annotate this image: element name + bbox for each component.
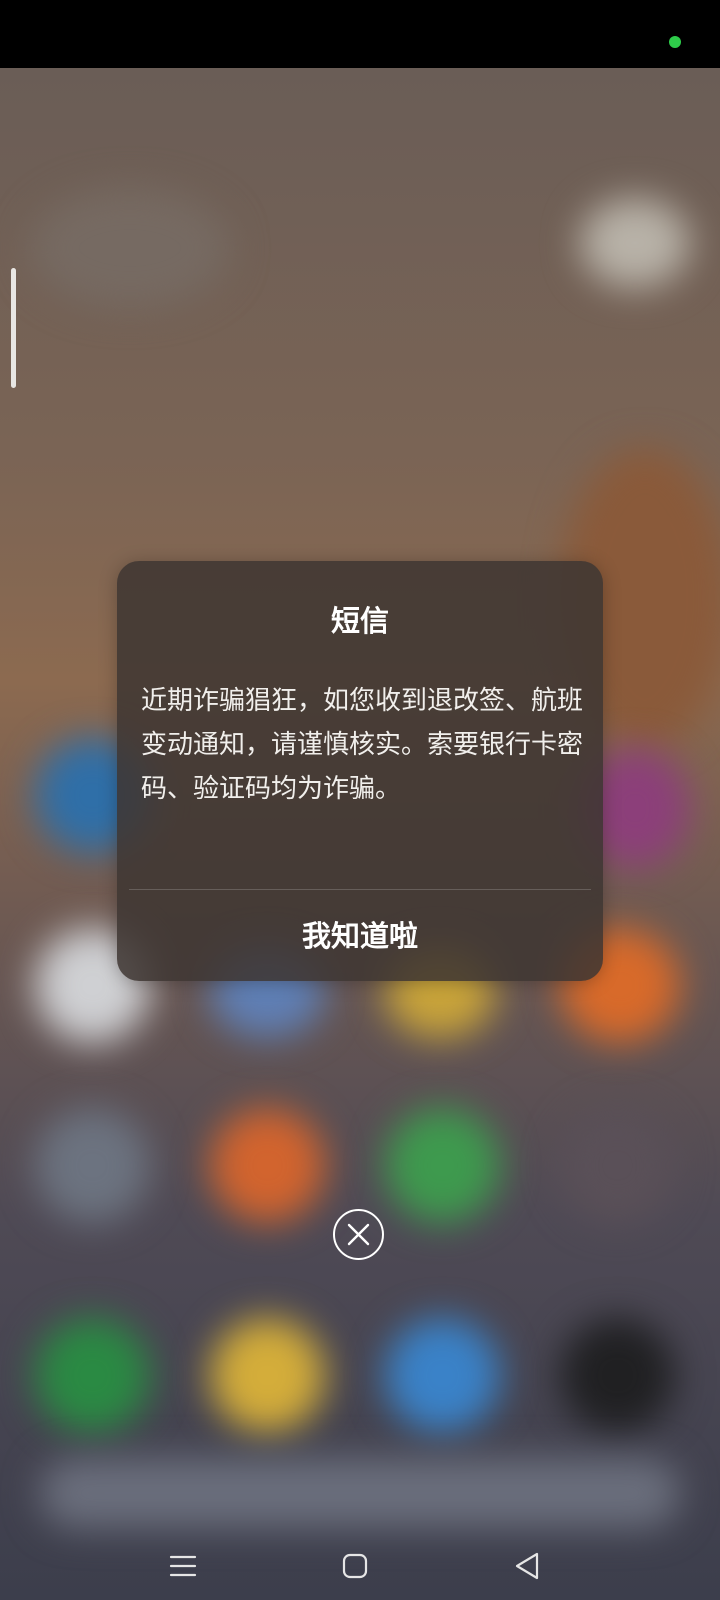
acknowledge-button[interactable]: 我知道啦 <box>117 891 603 981</box>
blur-shape <box>210 1318 325 1433</box>
blur-shape <box>385 1108 500 1223</box>
blur-shape <box>385 1318 500 1433</box>
scroll-indicator <box>11 268 16 388</box>
close-icon <box>347 1223 370 1246</box>
phone-screen: 短信 近期诈骗猖狂，如您收到退改签、航班变动通知，请谨慎核实。索要银行卡密码、验… <box>0 0 720 1600</box>
dialog-divider <box>129 889 591 890</box>
close-dialog-button[interactable] <box>333 1209 384 1260</box>
blur-shape <box>560 1108 675 1223</box>
menu-icon <box>169 1555 197 1577</box>
home-icon <box>342 1553 368 1579</box>
blur-shape <box>560 1318 675 1433</box>
back-icon <box>515 1552 539 1580</box>
blur-shape <box>30 188 230 308</box>
navigation-bar <box>0 1530 720 1600</box>
blur-shape <box>35 1318 150 1433</box>
nav-menu-button[interactable] <box>161 1544 205 1588</box>
blur-shape <box>40 1458 680 1528</box>
sms-alert-dialog: 短信 近期诈骗猖狂，如您收到退改签、航班变动通知，请谨慎核实。索要银行卡密码、验… <box>117 561 603 981</box>
nav-back-button[interactable] <box>505 1544 549 1588</box>
dialog-title: 短信 <box>330 604 389 638</box>
blur-shape <box>580 198 690 288</box>
blur-shape <box>35 1108 150 1223</box>
status-bar <box>0 0 720 68</box>
nav-home-button[interactable] <box>333 1544 377 1588</box>
blur-shape <box>210 1108 325 1223</box>
camera-in-use-indicator <box>669 36 681 48</box>
dialog-message: 近期诈骗猖狂，如您收到退改签、航班变动通知，请谨慎核实。索要银行卡密码、验证码均… <box>141 686 584 804</box>
